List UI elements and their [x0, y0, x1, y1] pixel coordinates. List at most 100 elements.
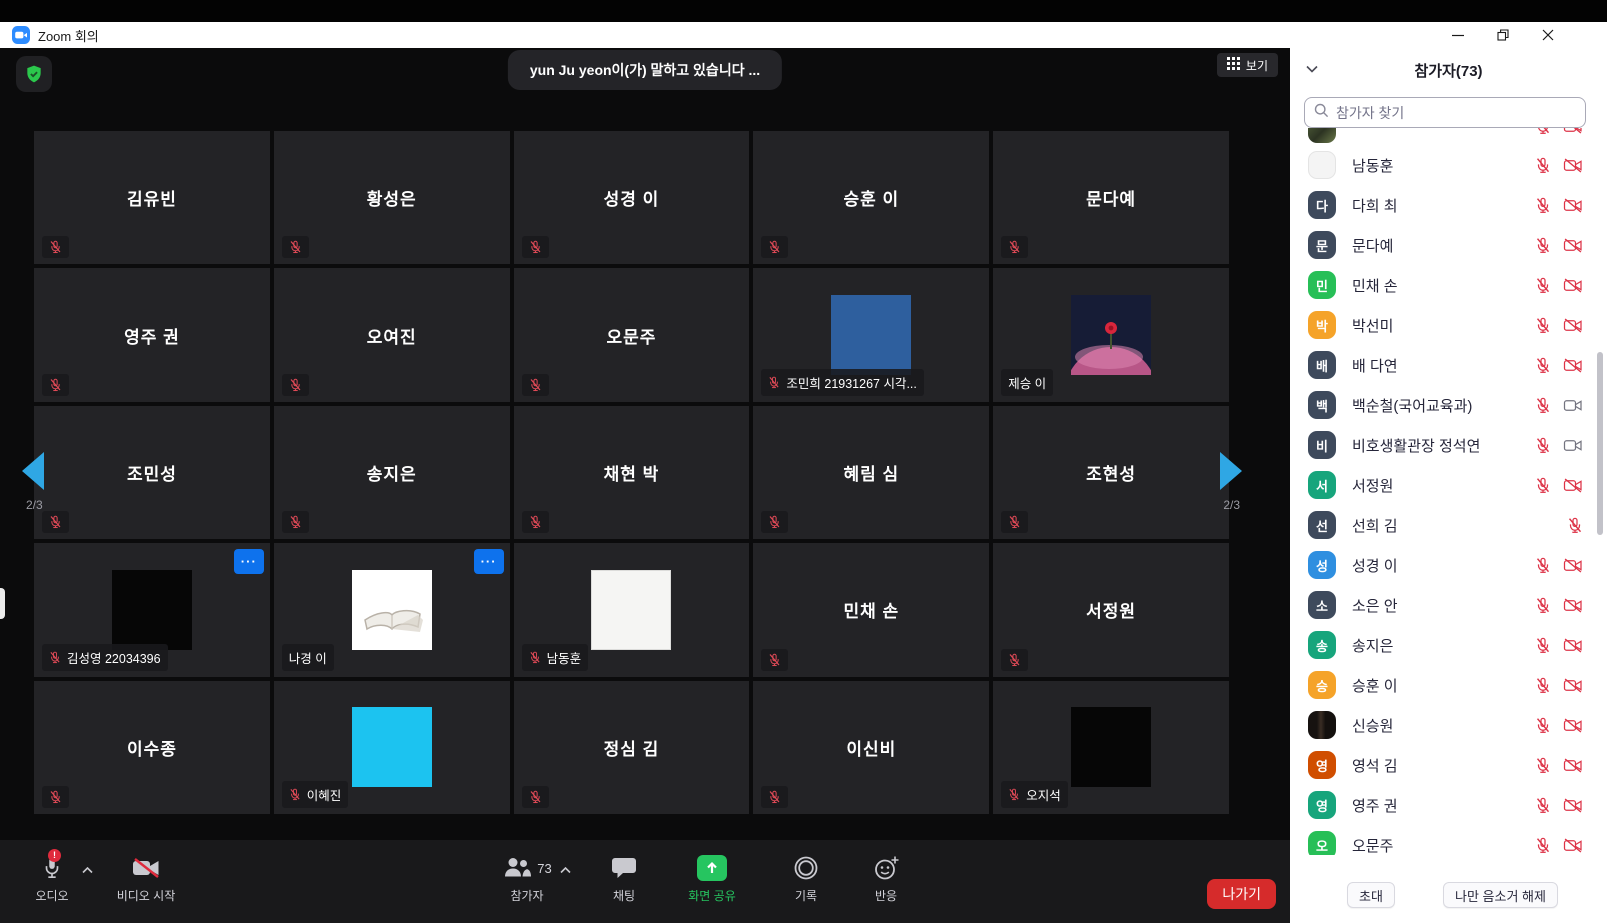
share-screen-icon: [697, 855, 727, 881]
video-off-icon: [1563, 478, 1583, 493]
invite-button[interactable]: 초대: [1347, 882, 1395, 908]
participant-row[interactable]: 박박선미: [1290, 305, 1607, 345]
participant-row[interactable]: 백백순철(국어교육과): [1290, 385, 1607, 425]
tile-participant-name: 김유빈: [34, 131, 270, 264]
avatar-initial: 민: [1308, 271, 1336, 299]
window-controls: [1451, 22, 1555, 48]
chat-button[interactable]: 채팅: [592, 852, 656, 904]
participant-row[interactable]: 다다희 최: [1290, 185, 1607, 225]
next-page-button[interactable]: [1220, 452, 1242, 490]
mic-off-icon: [1535, 397, 1551, 414]
participant-row[interactable]: 신승원: [1290, 705, 1607, 745]
participant-name: 영석 김: [1352, 755, 1398, 776]
video-tile[interactable]: 조민성: [34, 406, 270, 539]
video-tile[interactable]: 김성영 22034396···: [34, 543, 270, 676]
participant-row[interactable]: 소소은 안: [1290, 585, 1607, 625]
tile-participant-name: 이신비: [753, 681, 989, 814]
record-button[interactable]: 기록: [774, 852, 838, 904]
video-tile[interactable]: 오지석: [993, 681, 1229, 814]
participant-row[interactable]: 송송지은: [1290, 625, 1607, 665]
participant-row[interactable]: 오오문주: [1290, 825, 1607, 855]
video-tile[interactable]: 문다예: [993, 131, 1229, 264]
prev-page-button[interactable]: [22, 452, 44, 490]
participants-options-caret[interactable]: [560, 862, 571, 877]
participant-row[interactable]: [1290, 128, 1607, 145]
mic-off-icon: [1535, 837, 1551, 854]
share-screen-button[interactable]: 화면 공유: [667, 852, 757, 904]
participant-row[interactable]: 문문다예: [1290, 225, 1607, 265]
close-button[interactable]: [1541, 28, 1555, 42]
start-video-button[interactable]: 비디오 시작: [104, 852, 188, 904]
video-tile[interactable]: 송지은: [274, 406, 510, 539]
video-tile[interactable]: 조민희 21931267 시각...: [753, 268, 989, 401]
participant-status-icons: [1535, 197, 1583, 214]
tile-options-button[interactable]: ···: [474, 549, 504, 574]
avatar-initial: 박: [1308, 311, 1336, 339]
participant-row[interactable]: 민민채 손: [1290, 265, 1607, 305]
participant-row[interactable]: 선선희 김: [1290, 505, 1607, 545]
leave-button[interactable]: 나가기: [1207, 879, 1276, 909]
participant-name: 신승원: [1352, 715, 1393, 736]
participant-status-icons: [1535, 437, 1583, 454]
video-tile[interactable]: 오여진: [274, 268, 510, 401]
participant-search-input[interactable]: [1336, 105, 1576, 121]
restore-button[interactable]: [1496, 28, 1510, 42]
tile-name-label: 제승 이: [1001, 369, 1053, 396]
camera-off-icon: [131, 852, 161, 884]
mic-off-icon: [1535, 437, 1551, 454]
participant-row[interactable]: 비비호생활관장 정석연: [1290, 425, 1607, 465]
video-tile[interactable]: 황성은: [274, 131, 510, 264]
toolbar: ! 오디오 비디오 시작: [0, 840, 1290, 923]
view-button[interactable]: 보기: [1217, 53, 1278, 77]
participant-name: 서정원: [1352, 475, 1393, 496]
video-tile[interactable]: 나경 이···: [274, 543, 510, 676]
video-tile[interactable]: 민채 손: [753, 543, 989, 676]
avatar-initial: 서: [1308, 471, 1336, 499]
participant-status-icons: [1535, 397, 1583, 414]
video-tile[interactable]: 이수종: [34, 681, 270, 814]
avatar-initial: 소: [1308, 591, 1336, 619]
participant-row[interactable]: 승승훈 이: [1290, 665, 1607, 705]
participant-row[interactable]: 배배 다연: [1290, 345, 1607, 385]
panel-scrollbar-thumb[interactable]: [1597, 352, 1603, 535]
participant-row[interactable]: 서 서정원: [1290, 465, 1607, 505]
video-tile[interactable]: 정심 김: [514, 681, 750, 814]
video-tile[interactable]: 조현성: [993, 406, 1229, 539]
page-indicator-right: 2/3: [1223, 498, 1240, 512]
video-tile[interactable]: 이신비: [753, 681, 989, 814]
video-tile[interactable]: 승훈 이: [753, 131, 989, 264]
reactions-button[interactable]: 반응: [854, 852, 918, 904]
video-tile[interactable]: 오문주: [514, 268, 750, 401]
tile-mic-muted-chip: [282, 236, 309, 258]
audio-options-caret[interactable]: [82, 862, 93, 877]
participant-status-icons: [1535, 128, 1583, 135]
participant-status-icons: [1535, 477, 1583, 494]
minimize-button[interactable]: [1451, 28, 1465, 42]
participant-row[interactable]: 영 영석 김: [1290, 745, 1607, 785]
video-tile[interactable]: 혜림 심: [753, 406, 989, 539]
video-tile[interactable]: 김유빈: [34, 131, 270, 264]
video-tile[interactable]: 성경 이: [514, 131, 750, 264]
participant-status-icons: [1535, 157, 1583, 174]
meeting-security-shield-icon[interactable]: [16, 56, 52, 92]
tile-name-label: 남동훈: [522, 644, 589, 671]
avatar-initial: 영: [1308, 751, 1336, 779]
panel-drag-handle[interactable]: [0, 588, 5, 619]
participant-row[interactable]: 남동훈: [1290, 145, 1607, 185]
video-tile[interactable]: 영주 권: [34, 268, 270, 401]
mic-off-icon: [1567, 517, 1583, 534]
video-thumbnail-black-square: [1071, 707, 1151, 787]
participant-row[interactable]: 성성경 이: [1290, 545, 1607, 585]
participants-button[interactable]: 73 참가자: [482, 852, 572, 904]
video-tile[interactable]: 이혜진: [274, 681, 510, 814]
tile-options-button[interactable]: ···: [234, 549, 264, 574]
video-tile[interactable]: 남동훈: [514, 543, 750, 676]
mic-off-icon: [1535, 557, 1551, 574]
participant-row[interactable]: 영영주 권: [1290, 785, 1607, 825]
video-tile[interactable]: 서정원: [993, 543, 1229, 676]
audio-button[interactable]: ! 오디오: [18, 852, 86, 904]
video-tile[interactable]: 채현 박: [514, 406, 750, 539]
video-off-icon: [1563, 198, 1583, 213]
unmute-me-button[interactable]: 나만 음소거 해제: [1443, 882, 1558, 908]
video-tile[interactable]: 제승 이: [993, 268, 1229, 401]
